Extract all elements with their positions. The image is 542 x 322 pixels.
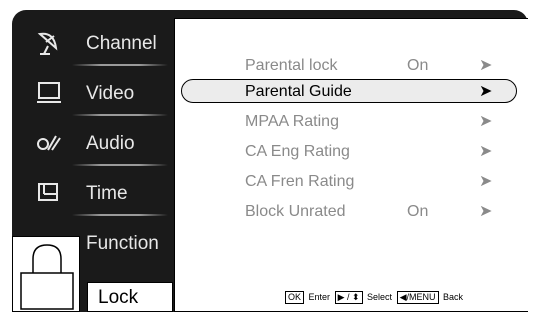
sidebar-item-label: Lock [98, 287, 139, 308]
navigate-key: ▶ / ⬍ [334, 291, 363, 304]
sidebar-item-label: Time [86, 183, 128, 204]
padlock-icon [20, 244, 74, 310]
arrow-right-icon: ➤ [479, 173, 493, 190]
sidebar-item-video[interactable]: Video [12, 70, 176, 118]
audio-icon [37, 135, 61, 151]
menu-row-mpaa-rating[interactable]: MPAA Rating ➤ [181, 109, 517, 135]
sidebar-item-audio[interactable]: Audio [12, 120, 176, 168]
clock-window-icon [38, 183, 58, 201]
menu-row-parental-guide[interactable]: Parental Guide ➤ [181, 79, 517, 105]
sidebar-item-lock[interactable] [12, 236, 80, 312]
arrow-right-icon: ➤ [479, 143, 493, 160]
menu-row-ca-fren-rating[interactable]: CA Fren Rating ➤ [181, 169, 517, 195]
row-label: CA Eng Rating [245, 143, 350, 160]
menu-key: ◀/MENU [396, 291, 439, 304]
monitor-icon [37, 82, 61, 103]
arrow-right-icon: ➤ [479, 203, 493, 220]
sidebar-item-label: Channel [86, 33, 157, 54]
divider [72, 64, 168, 66]
divider [72, 214, 168, 216]
select-label: Select [367, 292, 393, 302]
row-label: Block Unrated [245, 203, 346, 220]
sidebar-item-label: Function [86, 233, 159, 254]
row-label: CA Fren Rating [245, 173, 355, 190]
sidebar-item-label: Audio [86, 133, 135, 154]
menu-row-block-unrated[interactable]: Block Unrated On ➤ [181, 199, 517, 225]
enter-label: Enter [308, 292, 331, 302]
menu-row-parental-lock[interactable]: Parental lock On ➤ [181, 53, 517, 79]
arrow-right-icon: ➤ [479, 113, 493, 130]
row-value: On [407, 203, 429, 220]
key-hints: OK Enter ▶ / ⬍ Select ◀/MENU Back [285, 291, 465, 304]
row-label: Parental Guide [245, 83, 352, 100]
row-label: Parental lock [245, 57, 338, 74]
arrow-right-icon: ➤ [479, 83, 493, 100]
sidebar-item-channel[interactable]: Channel [12, 20, 176, 68]
row-value: On [407, 57, 429, 74]
sidebar-item-time[interactable]: Time [12, 170, 176, 218]
sidebar-item-label: Video [86, 83, 135, 104]
divider [72, 114, 168, 116]
sidebar-item-lock-label[interactable]: Lock [87, 282, 173, 312]
menu-row-ca-eng-rating[interactable]: CA Eng Rating ➤ [181, 139, 517, 165]
satellite-dish-icon [37, 32, 58, 55]
lock-settings-panel: Parental lock On ➤ Parental Guide ➤ MPAA… [174, 18, 528, 312]
row-label: MPAA Rating [245, 113, 339, 130]
ok-key: OK [285, 291, 305, 304]
back-label: Back [443, 292, 464, 302]
arrow-right-icon: ➤ [479, 57, 493, 74]
divider [72, 164, 168, 166]
